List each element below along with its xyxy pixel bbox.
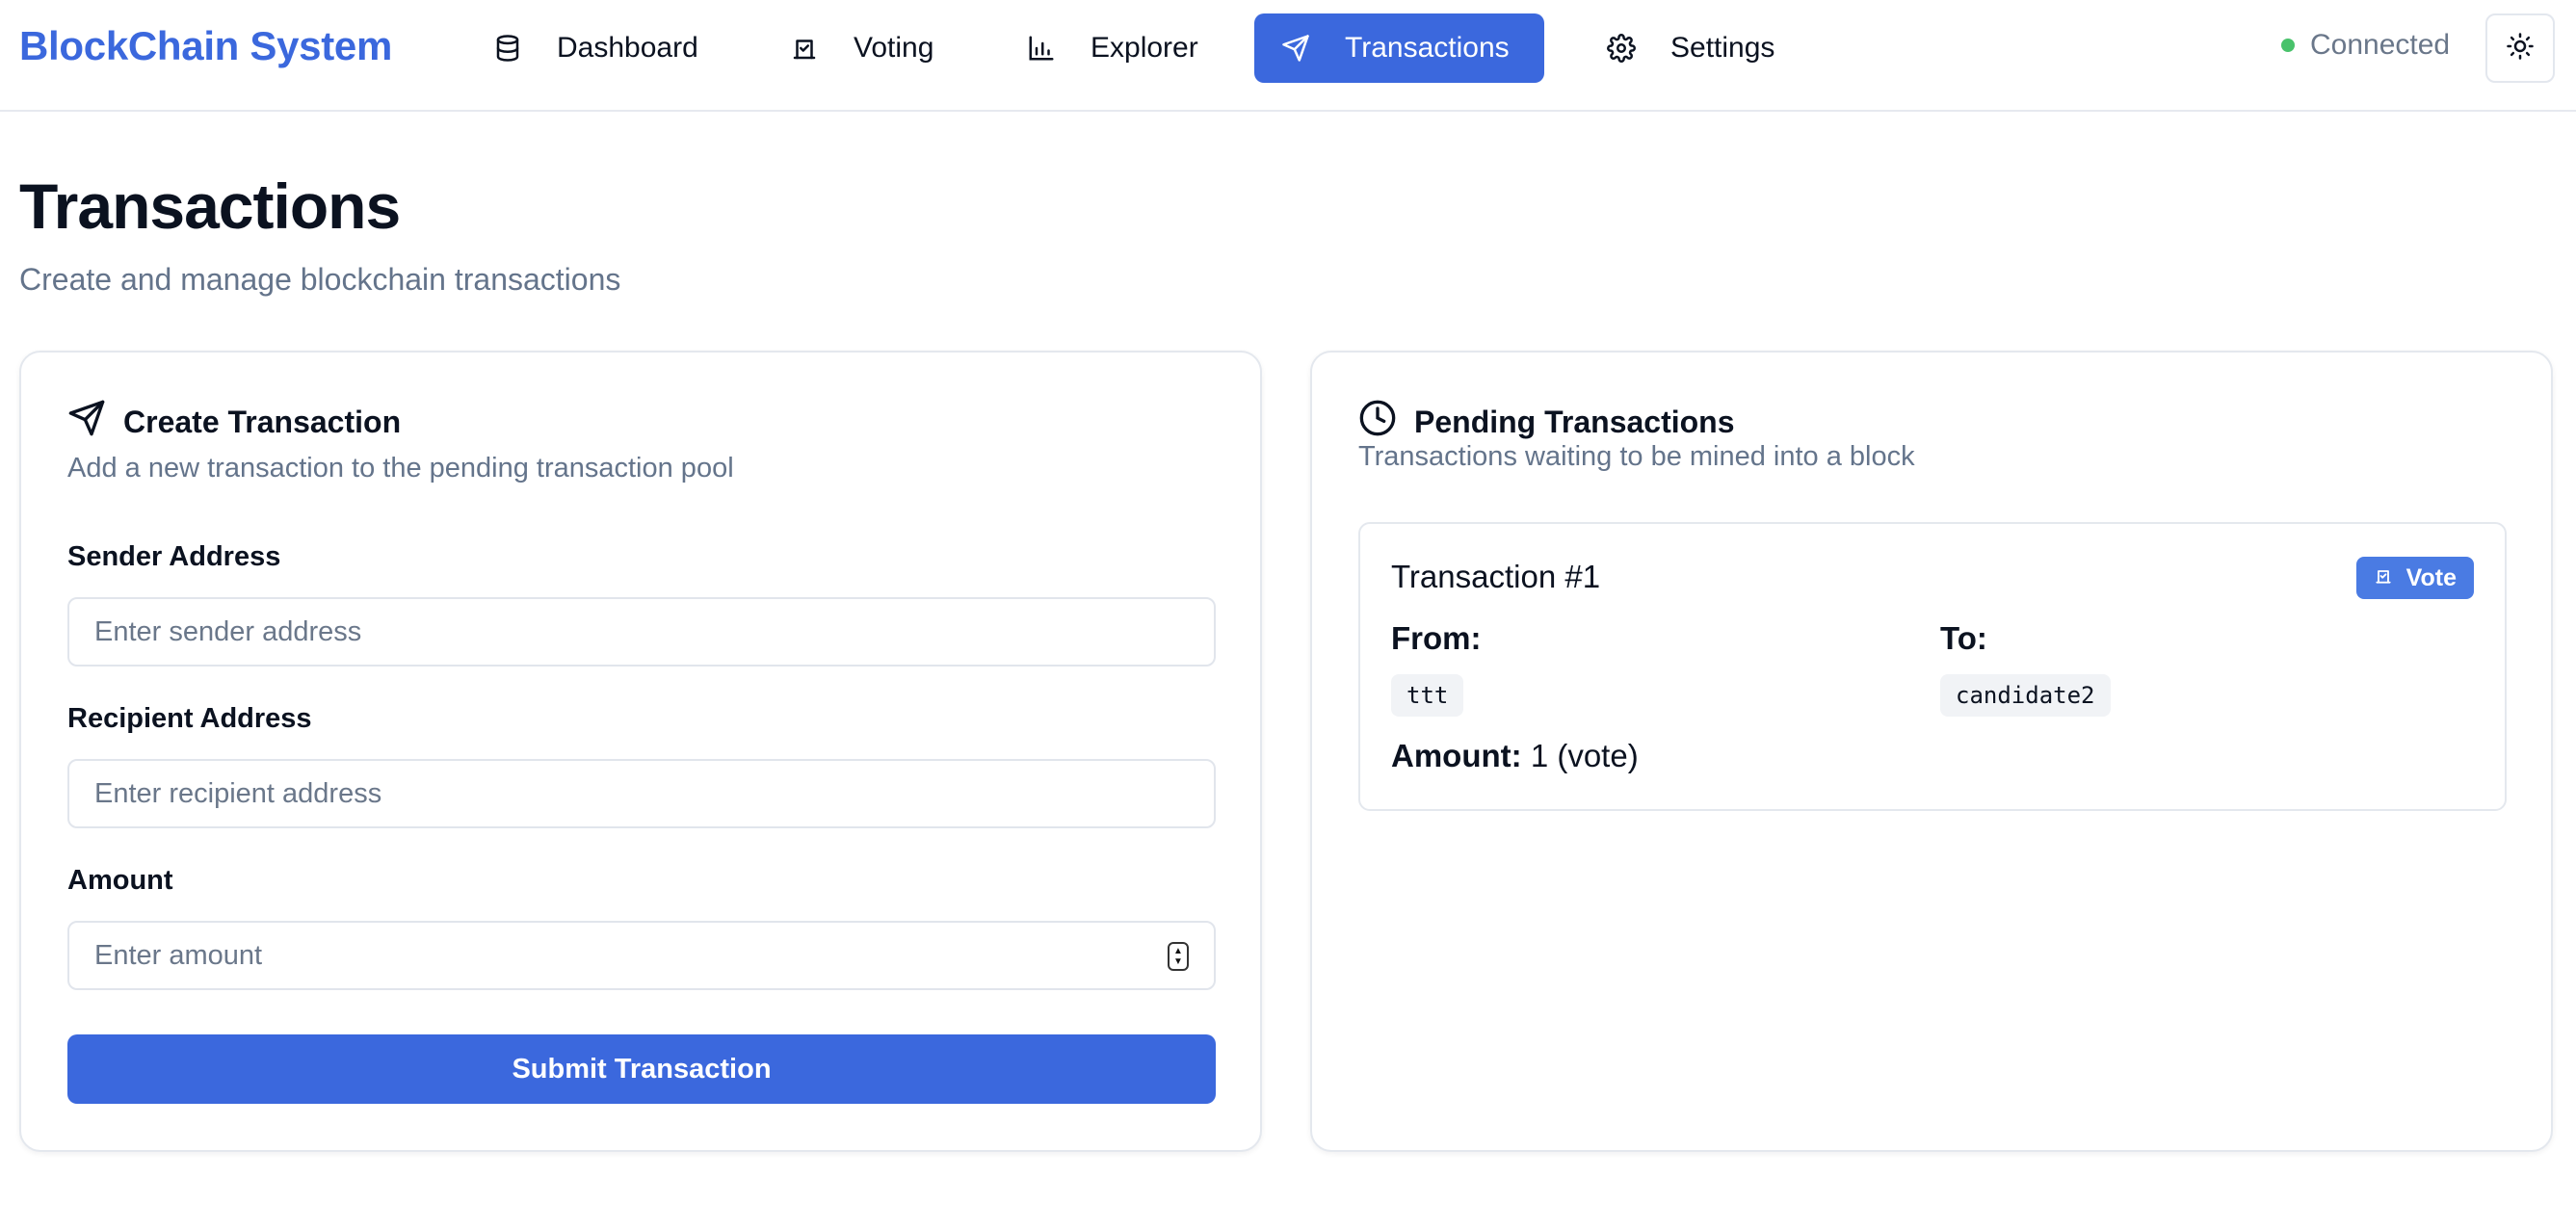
nav-explorer[interactable]: Explorer bbox=[1000, 13, 1223, 83]
sender-address-value: ttt bbox=[1391, 674, 1464, 717]
amount-label: Amount: bbox=[1391, 738, 1522, 773]
connection-status-label: Connected bbox=[2310, 29, 2451, 61]
gear-icon bbox=[1605, 32, 1638, 65]
submit-transaction-button[interactable]: Submit Transaction bbox=[67, 1034, 1216, 1104]
clock-icon bbox=[1358, 399, 1397, 445]
pending-transactions-header: Pending Transactions bbox=[1358, 399, 1735, 445]
recipient-address-input[interactable]: Enter recipient address bbox=[67, 759, 1216, 828]
nav-transactions[interactable]: Transactions bbox=[1254, 13, 1544, 83]
sun-icon bbox=[2506, 32, 2535, 65]
pending-transaction-item[interactable]: Transaction #1 Vote From: To: ttt candid… bbox=[1358, 522, 2507, 811]
transaction-type-label: Vote bbox=[2405, 563, 2457, 591]
from-label: From: bbox=[1391, 620, 1482, 656]
status-dot-icon bbox=[2281, 39, 2295, 52]
transaction-amount: Amount: 1 (vote) bbox=[1391, 738, 1639, 774]
nav-explorer-label: Explorer bbox=[1091, 32, 1198, 64]
page-title: Transactions bbox=[19, 170, 401, 242]
ballot-box-icon bbox=[788, 32, 821, 65]
bar-chart-icon bbox=[1025, 32, 1058, 65]
amount-label: Amount bbox=[67, 865, 173, 896]
ballot-box-icon bbox=[2374, 564, 2393, 592]
sender-address-label: Sender Address bbox=[67, 541, 281, 572]
nav-voting[interactable]: Voting bbox=[763, 13, 959, 83]
amount-stepper[interactable]: ▲ ▼ bbox=[1168, 942, 1189, 971]
nav-dashboard[interactable]: Dashboard bbox=[466, 13, 723, 83]
create-transaction-card: Create Transaction Add a new transaction… bbox=[19, 351, 1262, 1152]
page-subtitle: Create and manage blockchain transaction… bbox=[19, 262, 621, 297]
recipient-address-value: candidate2 bbox=[1940, 674, 2111, 717]
recipient-address-label: Recipient Address bbox=[67, 703, 312, 734]
transaction-title: Transaction #1 bbox=[1391, 559, 1601, 594]
send-icon bbox=[67, 399, 106, 445]
pending-transactions-title: Pending Transactions bbox=[1414, 404, 1735, 439]
chevron-up-icon[interactable]: ▲ bbox=[1173, 946, 1183, 956]
nav-transactions-label: Transactions bbox=[1345, 32, 1510, 64]
nav-voting-label: Voting bbox=[854, 32, 934, 64]
amount-value: 1 (vote) bbox=[1530, 738, 1639, 773]
create-transaction-description: Add a new transaction to the pending tra… bbox=[67, 453, 734, 484]
connection-status: Connected bbox=[2281, 29, 2450, 62]
database-icon bbox=[491, 32, 524, 65]
theme-toggle-button[interactable] bbox=[2485, 13, 2555, 83]
sender-address-input[interactable]: Enter sender address bbox=[67, 597, 1216, 667]
create-transaction-title: Create Transaction bbox=[123, 404, 402, 439]
top-navigation-bar: BlockChain System Dashboard Voting Explo… bbox=[0, 0, 2576, 112]
pending-transactions-description: Transactions waiting to be mined into a … bbox=[1358, 441, 1915, 472]
nav-settings-label: Settings bbox=[1670, 32, 1775, 64]
pending-transactions-card: Pending Transactions Transactions waitin… bbox=[1310, 351, 2553, 1152]
create-transaction-header: Create Transaction bbox=[67, 399, 401, 445]
to-label: To: bbox=[1940, 620, 1987, 656]
send-icon bbox=[1279, 32, 1312, 65]
nav-dashboard-label: Dashboard bbox=[557, 32, 698, 64]
recipient-address-placeholder: Enter recipient address bbox=[94, 777, 382, 809]
brand-logo-text[interactable]: BlockChain System bbox=[19, 23, 392, 69]
chevron-down-icon[interactable]: ▼ bbox=[1173, 956, 1183, 967]
amount-input[interactable]: Enter amount ▲ ▼ bbox=[67, 921, 1216, 990]
sender-address-placeholder: Enter sender address bbox=[94, 615, 362, 647]
amount-placeholder: Enter amount bbox=[94, 939, 263, 971]
transaction-type-badge: Vote bbox=[2355, 557, 2474, 599]
nav-settings[interactable]: Settings bbox=[1580, 13, 1800, 83]
